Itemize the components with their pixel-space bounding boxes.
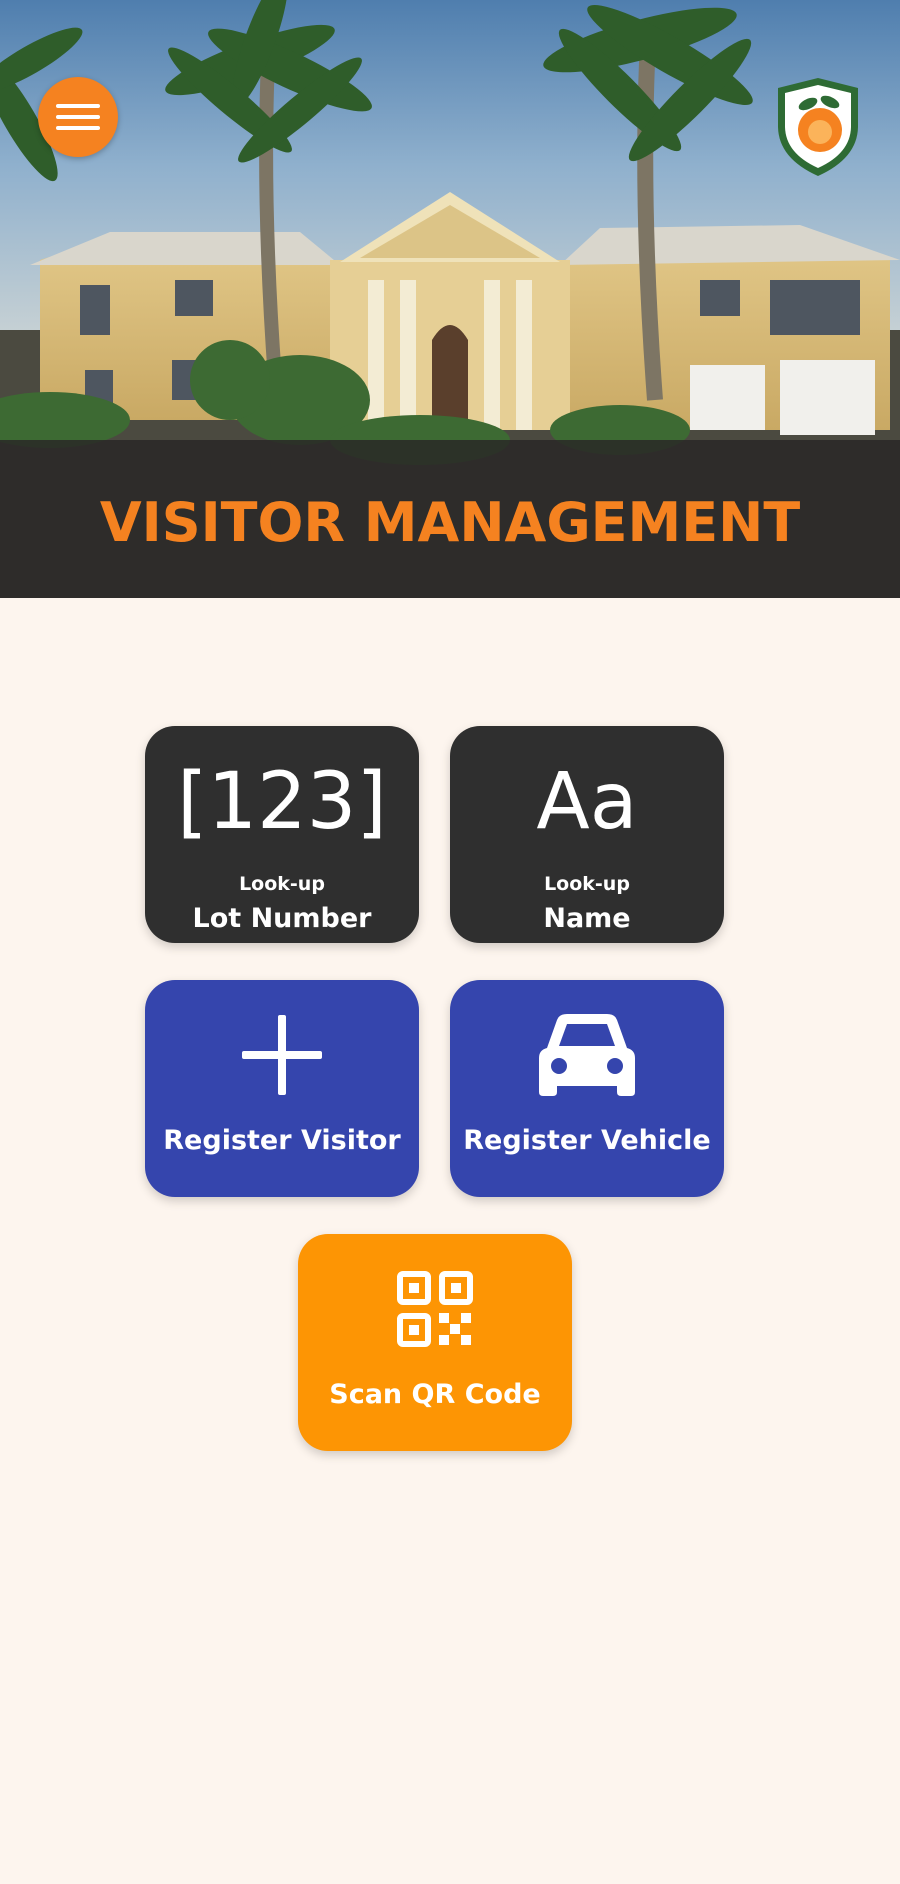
hero-banner: VISITOR MANAGEMENT (0, 0, 900, 598)
menu-button[interactable] (38, 77, 118, 157)
lookup-sublabel: Look-up (239, 873, 325, 895)
lookup-name-button[interactable]: Aa Look-up Name (450, 726, 724, 943)
name-label: Name (543, 903, 631, 934)
scan-qr-code-button[interactable]: Scan QR Code (298, 1234, 572, 1451)
qr-code-icon (397, 1271, 473, 1347)
brackets-123-icon: [123] (177, 757, 387, 847)
register-visitor-button[interactable]: Register Visitor (145, 980, 419, 1197)
page-title: VISITOR MANAGEMENT (99, 491, 801, 554)
lot-number-label: Lot Number (192, 903, 372, 934)
plus-icon (242, 1015, 322, 1095)
car-icon (539, 1014, 635, 1096)
register-visitor-label: Register Visitor (163, 1125, 401, 1156)
scan-qr-code-label: Scan QR Code (329, 1379, 541, 1410)
lookup-lot-number-button[interactable]: [123] Look-up Lot Number (145, 726, 419, 943)
hamburger-menu-icon (56, 104, 100, 130)
register-vehicle-label: Register Vehicle (463, 1125, 711, 1156)
register-vehicle-button[interactable]: Register Vehicle (450, 980, 724, 1197)
text-aa-icon: Aa (536, 757, 638, 847)
lookup-sublabel: Look-up (544, 873, 630, 895)
shield-logo-icon (778, 78, 858, 176)
